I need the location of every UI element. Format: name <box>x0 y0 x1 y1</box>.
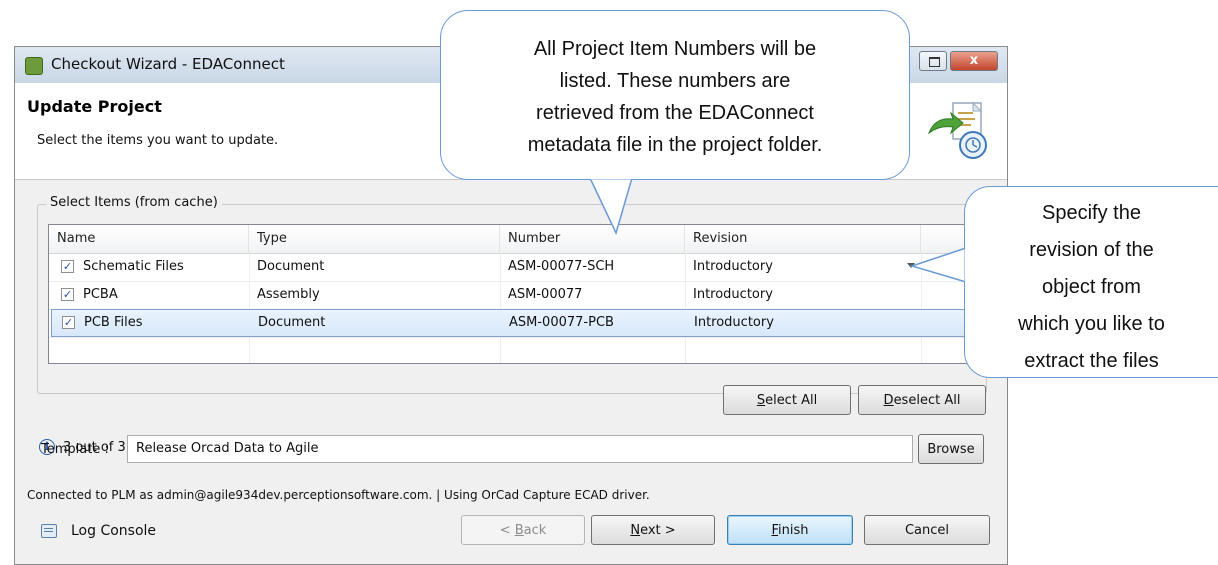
table-row-selected[interactable]: ✓ PCB Files Document ASM-00077-PCB Intro… <box>51 309 969 337</box>
cell-name: PCBA <box>83 287 118 302</box>
table-row[interactable]: ✓ Schematic Files Document ASM-00077-SCH… <box>49 253 971 281</box>
cell-number: ASM-00077 <box>508 287 583 302</box>
cell-type: Assembly <box>257 287 320 302</box>
page-title: Update Project <box>27 97 162 116</box>
template-field[interactable]: Release Orcad Data to Agile <box>127 435 913 463</box>
cell-revision[interactable]: Introductory <box>685 253 773 281</box>
next-button[interactable]: Next > <box>591 515 715 545</box>
callout-item-numbers-text: All Project Item Numbers will be listed.… <box>527 38 823 156</box>
connection-status: Connected to PLM as admin@agile934dev.pe… <box>27 488 650 502</box>
cell-number: ASM-00077-SCH <box>508 259 615 274</box>
table-row[interactable]: ✓ PCBA Assembly ASM-00077 Introductory <box>49 281 971 309</box>
callout-revision-text: Specify the revision of the object from … <box>1018 202 1165 372</box>
page-description: Select the items you want to update. <box>37 133 279 148</box>
items-table: Name Type Number Revision ✓ Schematic Fi… <box>48 224 972 364</box>
column-header-name[interactable]: Name <box>49 225 249 253</box>
cell-revision[interactable]: Introductory <box>685 281 773 309</box>
select-all-button[interactable]: Select All <box>723 385 851 415</box>
cancel-button[interactable]: Cancel <box>864 515 990 545</box>
callout-revision: Specify the revision of the object from … <box>964 186 1218 378</box>
table-header: Name Type Number Revision <box>49 225 971 254</box>
deselect-all-button[interactable]: Deselect All <box>858 385 986 415</box>
log-console-icon[interactable] <box>41 524 57 538</box>
select-items-group: Select Items (from cache) Name Type Numb… <box>37 195 987 394</box>
cell-type: Document <box>257 259 325 274</box>
cell-number: ASM-00077-PCB <box>509 315 614 330</box>
column-header-number[interactable]: Number <box>500 225 685 253</box>
cell-revision[interactable]: Introductory <box>686 309 774 337</box>
group-label: Select Items (from cache) <box>46 195 222 210</box>
column-header-type[interactable]: Type <box>249 225 500 253</box>
app-icon <box>25 57 43 75</box>
browse-button[interactable]: Browse <box>918 434 984 464</box>
grid-divider <box>49 337 971 338</box>
maximize-icon[interactable] <box>919 51 947 71</box>
cell-name: PCB Files <box>84 315 143 330</box>
back-button[interactable]: < Back <box>461 515 585 545</box>
dropdown-arrow-icon[interactable] <box>907 263 915 268</box>
column-header-revision[interactable]: Revision <box>685 225 921 253</box>
callout-item-numbers: All Project Item Numbers will be listed.… <box>440 10 910 180</box>
template-label: Template : <box>41 442 109 457</box>
cell-name: Schematic Files <box>83 259 184 274</box>
cell-type: Document <box>258 315 326 330</box>
close-icon[interactable]: x <box>950 51 998 71</box>
log-console-link[interactable]: Log Console <box>71 523 156 539</box>
window-title: Checkout Wizard - EDAConnect <box>51 55 285 73</box>
finish-button[interactable]: Finish <box>727 515 853 545</box>
document-update-icon <box>927 101 987 159</box>
